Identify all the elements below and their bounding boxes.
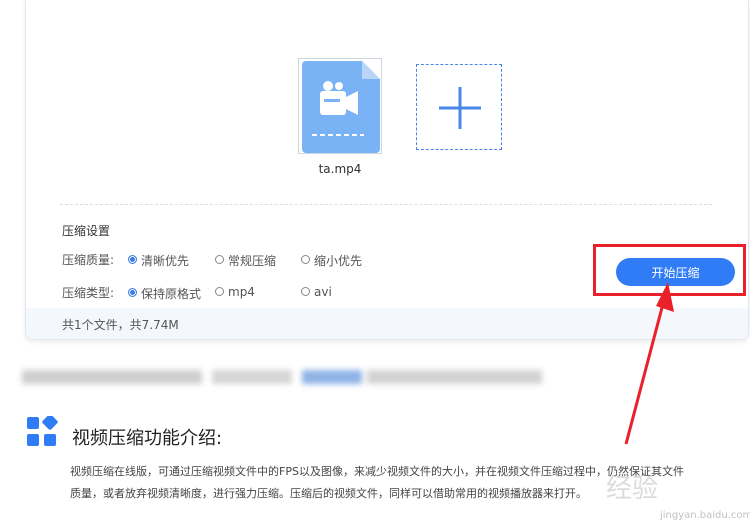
plus-icon xyxy=(439,87,481,129)
add-file-button[interactable] xyxy=(416,64,502,150)
radio-checked-icon[interactable] xyxy=(128,255,137,264)
radio-icon[interactable] xyxy=(301,286,310,296)
intro-title: 视频压缩功能介绍: xyxy=(72,428,223,449)
quality-option-small[interactable]: 缩小优先 xyxy=(301,252,362,269)
radio-icon[interactable] xyxy=(301,255,310,264)
watermark-logo: 经验 xyxy=(606,474,659,503)
quality-label: 压缩质量: xyxy=(62,253,115,267)
format-option-mp4[interactable]: mp4 xyxy=(215,285,255,299)
quality-option-normal[interactable]: 常规压缩 xyxy=(215,252,276,269)
quality-option-clear[interactable]: 清晰优先 xyxy=(128,252,189,269)
file-name: ta.mp4 xyxy=(318,162,362,176)
file-summary: 共1个文件，共7.74M xyxy=(62,318,179,332)
file-thumbnail[interactable] xyxy=(298,58,382,154)
blurred-text xyxy=(22,362,542,390)
radio-icon[interactable] xyxy=(215,286,224,296)
format-option-avi[interactable]: avi xyxy=(301,285,332,299)
video-file-icon xyxy=(302,61,380,153)
radio-icon[interactable] xyxy=(215,255,224,264)
radio-checked-icon[interactable] xyxy=(128,288,137,297)
format-option-original[interactable]: 保持原格式 xyxy=(128,285,201,302)
grid-shapes-icon xyxy=(26,414,60,454)
section-divider xyxy=(60,204,712,205)
settings-title: 压缩设置 xyxy=(62,224,111,238)
annotation-highlight-box xyxy=(593,244,746,296)
format-label: 压缩类型: xyxy=(62,286,115,300)
watermark-url: jingyan.baidu.com xyxy=(660,510,750,521)
